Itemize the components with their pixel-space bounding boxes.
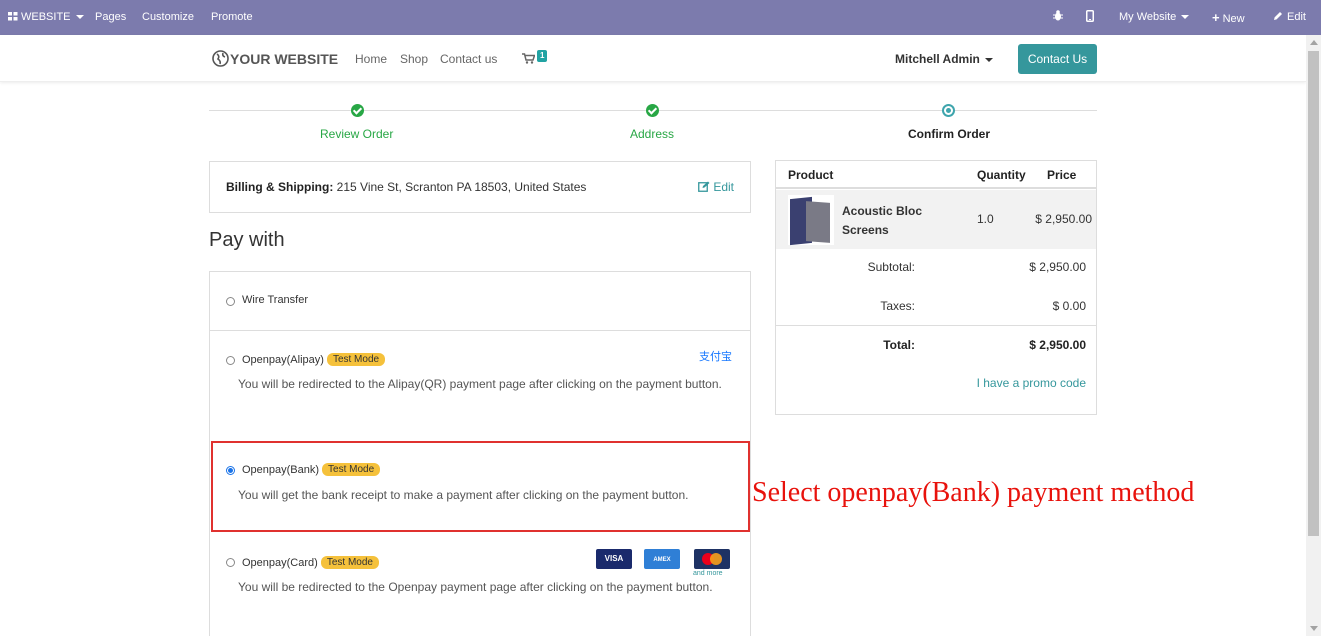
new-button-label: New [1222, 13, 1245, 25]
edit-icon [698, 181, 710, 192]
taxes-label: Taxes: [880, 299, 915, 313]
admin-bar: WEBSITE Pages Customize Promote My Websi… [0, 0, 1321, 35]
scroll-up-icon[interactable] [1310, 40, 1318, 45]
globe-icon [212, 50, 229, 67]
product-quantity: 1.0 [977, 212, 994, 226]
step-confirm-dot-icon [942, 104, 955, 117]
pay-with-heading: Pay with [209, 229, 285, 251]
pencil-icon [1274, 12, 1282, 20]
total-value: $ 2,950.00 [1029, 338, 1086, 352]
product-name[interactable]: Acoustic Bloc Screens [842, 202, 942, 240]
quantity-column-header: Quantity [977, 168, 1026, 182]
cart-link[interactable] [522, 53, 536, 67]
mastercard-icon [694, 549, 730, 569]
new-button[interactable]: + New [1212, 0, 1245, 35]
alipay-radio[interactable] [226, 356, 235, 365]
step-confirm-order: Confirm Order [908, 127, 991, 141]
billing-address-value: 215 Vine St, Scranton PA 18503, United S… [336, 180, 587, 194]
price-column-header: Price [1047, 168, 1077, 182]
edit-button-label: Edit [1287, 11, 1306, 23]
alipay-icon: 支付宝 [699, 351, 732, 363]
chevron-down-icon [1181, 15, 1190, 20]
edit-button[interactable]: Edit [1273, 0, 1306, 35]
pages-menu[interactable]: Pages [95, 0, 126, 35]
scroll-thumb[interactable] [1308, 51, 1319, 536]
user-menu[interactable]: Mitchell Admin [895, 52, 993, 66]
billing-label: Billing & Shipping: [226, 180, 334, 194]
billing-edit-label: Edit [713, 180, 734, 194]
divider [776, 325, 1096, 326]
website-switcher-label: My Website [1119, 11, 1177, 23]
annotation-text: Select openpay(Bank) payment method [752, 477, 1195, 508]
payment-option-wire-transfer[interactable]: Wire Transfer [210, 272, 750, 331]
mobile-preview-button[interactable] [1086, 0, 1094, 35]
contact-us-button[interactable]: Contact Us [1018, 44, 1097, 74]
plus-icon: + [1212, 10, 1220, 25]
customize-menu[interactable]: Customize [142, 0, 194, 35]
nav-shop[interactable]: Shop [400, 52, 428, 66]
app-menu-button[interactable]: WEBSITE [8, 0, 84, 35]
promote-menu[interactable]: Promote [211, 0, 253, 35]
promo-code-link[interactable]: I have a promo code [977, 376, 1086, 390]
annotation-highlight-box [211, 441, 750, 532]
and-more-link[interactable]: and more [693, 570, 723, 577]
site-logo-text: YOUR WEBSITE [230, 51, 339, 67]
app-menu-label: WEBSITE [21, 11, 71, 23]
amex-text: AMEX [653, 557, 671, 563]
subtotal-label: Subtotal: [867, 260, 915, 274]
mastercard-circles [702, 553, 722, 565]
product-price: $ 2,950.00 [1035, 212, 1092, 226]
user-name: Mitchell Admin [895, 52, 980, 66]
step-review-order[interactable]: Review Order [320, 127, 393, 141]
alipay-label: Openpay(Alipay) Test Mode [242, 353, 386, 366]
wire-transfer-label: Wire Transfer [242, 294, 309, 306]
card-name: Openpay(Card) [242, 557, 318, 569]
cart-icon [522, 53, 536, 64]
website-switcher[interactable]: My Website [1119, 0, 1190, 35]
chevron-down-icon [984, 57, 993, 62]
visa-card-icon: VISA [596, 549, 632, 569]
test-mode-badge: Test Mode [320, 556, 379, 569]
debug-button[interactable] [1053, 0, 1063, 35]
product-column-header: Product [788, 168, 834, 182]
chevron-down-icon [75, 15, 84, 20]
card-radio[interactable] [226, 558, 235, 567]
divider [210, 330, 750, 331]
nav-contact-us[interactable]: Contact us [440, 52, 497, 66]
billing-address: Billing & Shipping: 215 Vine St, Scranto… [226, 180, 586, 194]
table-row: Acoustic Bloc Screens 1.0 $ 2,950.00 [776, 190, 1096, 249]
total-label: Total: [883, 338, 915, 352]
test-mode-badge: Test Mode [326, 353, 386, 366]
taxes-value: $ 0.00 [1052, 299, 1086, 313]
card-label: Openpay(Card) Test Mode [242, 556, 379, 569]
step-review-check-icon [351, 104, 364, 117]
scroll-down-icon[interactable] [1310, 626, 1318, 631]
bug-icon [1053, 10, 1063, 21]
billing-edit-link[interactable]: Edit [698, 180, 734, 194]
step-address-check-icon [646, 104, 659, 117]
product-image [788, 195, 834, 246]
payment-option-alipay[interactable]: Openpay(Alipay) Test Mode 支付宝 You will be… [210, 331, 750, 441]
grid-icon [8, 12, 18, 21]
site-header: YOUR WEBSITE Home Shop Contact us 1 Mitc… [0, 35, 1306, 82]
alipay-description: You will be redirected to the Alipay(QR)… [238, 377, 722, 391]
nav-home[interactable]: Home [355, 52, 387, 66]
page-scrollbar[interactable] [1306, 35, 1321, 636]
site-logo[interactable]: YOUR WEBSITE [212, 50, 338, 67]
mobile-icon [1086, 10, 1094, 22]
subtotal-value: $ 2,950.00 [1029, 260, 1086, 274]
wire-transfer-radio[interactable] [226, 297, 235, 306]
alipay-name: Openpay(Alipay) [242, 354, 324, 366]
billing-shipping-box: Billing & Shipping: 215 Vine St, Scranto… [209, 161, 751, 213]
card-description: You will be redirected to the Openpay pa… [238, 580, 713, 594]
order-summary: Product Quantity Price Acoustic Bloc Scr… [775, 160, 1097, 415]
summary-header: Product Quantity Price [776, 161, 1096, 189]
amex-card-icon: AMEX [644, 549, 680, 569]
step-address[interactable]: Address [630, 127, 674, 141]
cart-count-badge: 1 [537, 50, 548, 62]
